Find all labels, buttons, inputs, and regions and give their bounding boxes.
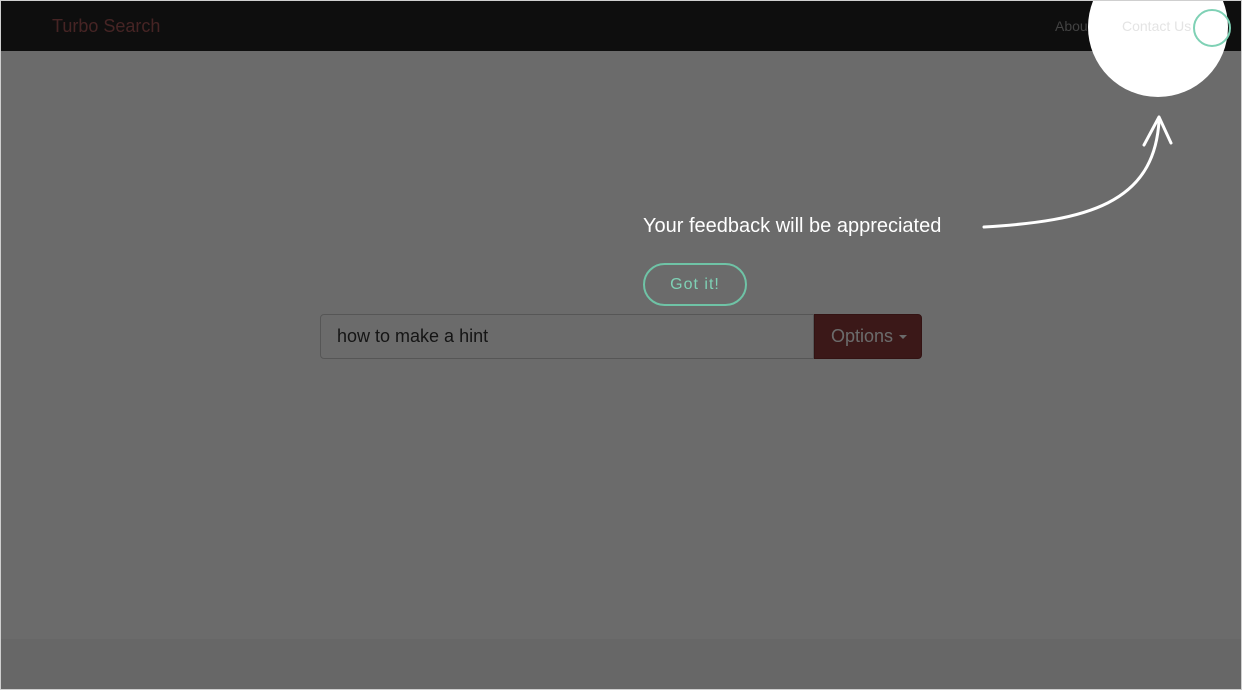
nav-link-contact-us[interactable]: Contact Us <box>1122 18 1191 34</box>
search-input[interactable] <box>320 314 814 359</box>
options-label: Options <box>831 326 894 346</box>
got-it-button[interactable]: Got it! <box>643 263 747 306</box>
footer <box>1 639 1241 689</box>
close-hint-button[interactable] <box>1193 9 1231 47</box>
browser-viewport: Turbo Search About Options Contact Us Yo… <box>0 0 1242 690</box>
navbar: Turbo Search About <box>1 1 1241 51</box>
hint-message: Your feedback will be appreciated <box>643 215 942 237</box>
caret-down-icon <box>899 335 908 340</box>
nav-link-about[interactable]: About <box>1055 18 1092 34</box>
brand-link[interactable]: Turbo Search <box>52 16 160 37</box>
options-dropdown-button[interactable]: Options <box>814 314 922 359</box>
close-icon <box>1203 19 1221 37</box>
arrow-icon <box>982 115 1173 229</box>
search-group: Options <box>320 314 922 359</box>
